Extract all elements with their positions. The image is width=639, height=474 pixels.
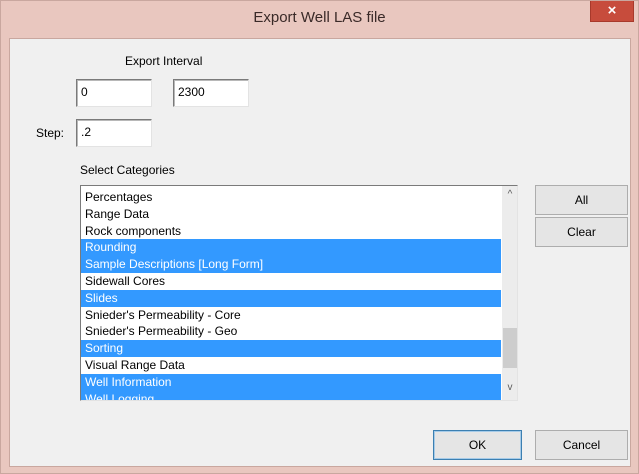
step-field[interactable]: .2 xyxy=(76,119,152,147)
list-item[interactable]: Snieder's Permeability - Core xyxy=(81,307,501,324)
interval-start-value: 0 xyxy=(81,85,88,99)
cancel-button[interactable]: Cancel xyxy=(535,430,628,460)
list-item[interactable]: Slides xyxy=(81,289,501,307)
list-item[interactable]: Snieder's Permeability - Geo xyxy=(81,323,501,340)
select-all-button[interactable]: All xyxy=(535,185,628,215)
dialog-body: Export Interval 0 2300 Step: .2 Select C… xyxy=(9,38,631,467)
interval-end-field[interactable]: 2300 xyxy=(173,79,249,107)
list-item[interactable]: Range Data xyxy=(81,206,501,223)
list-item[interactable]: Percentages xyxy=(81,189,501,206)
scroll-up-icon[interactable]: ^ xyxy=(502,186,517,203)
window-title: Export Well LAS file xyxy=(253,9,386,26)
export-interval-label: Export Interval xyxy=(125,54,203,68)
ok-button[interactable]: OK xyxy=(433,430,522,460)
list-item[interactable]: Well Logging xyxy=(81,390,501,400)
scroll-thumb[interactable] xyxy=(503,328,517,368)
title-bar[interactable]: Export Well LAS file × xyxy=(1,1,638,37)
list-item[interactable]: Visual Range Data xyxy=(81,357,501,374)
interval-start-field[interactable]: 0 xyxy=(76,79,152,107)
dialog-window: Export Well LAS file × Export Interval 0… xyxy=(0,0,639,474)
close-icon[interactable]: × xyxy=(590,1,634,22)
list-item[interactable]: Well Information xyxy=(81,373,501,391)
list-item[interactable]: Sample Descriptions [Long Form] xyxy=(81,256,501,273)
step-label: Step: xyxy=(36,126,65,140)
list-scrollbar[interactable]: ^ v xyxy=(502,186,517,400)
clear-button[interactable]: Clear xyxy=(535,217,628,247)
list-item[interactable]: Sorting xyxy=(81,340,501,357)
list-item[interactable]: Sidewall Cores xyxy=(81,273,501,290)
step-value: .2 xyxy=(81,125,92,139)
categories-listbox[interactable]: Percentages Range Data Rock components Roun… xyxy=(80,185,518,401)
categories-list: Percentages Range Data Rock components Roun… xyxy=(81,189,501,400)
interval-end-value: 2300 xyxy=(178,85,205,99)
scroll-down-icon[interactable]: v xyxy=(502,379,517,396)
select-categories-label: Select Categories xyxy=(80,163,175,177)
list-item[interactable]: Rounding xyxy=(81,239,501,257)
list-item[interactable]: Rock components xyxy=(81,223,501,240)
